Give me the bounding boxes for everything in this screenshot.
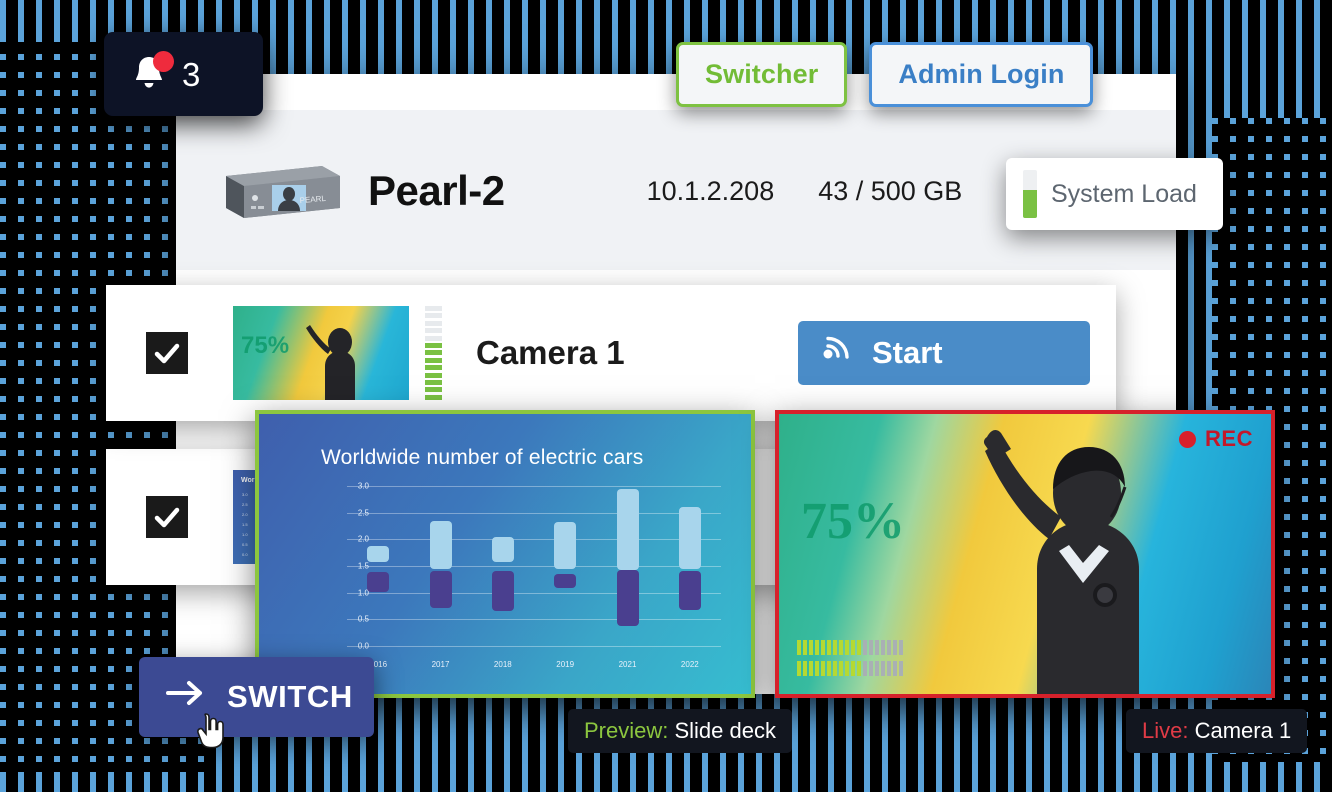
chart-y-tick: 2.5 bbox=[357, 508, 369, 518]
chart-bar bbox=[616, 488, 639, 571]
chart-plot-area: 0.0 0.5 1.0 1.5 2.0 2.5 3.0 2016 2017 2018 2019 202… bbox=[347, 482, 721, 669]
channel-row-camera-1[interactable]: 75% Camera 1 Start bbox=[106, 285, 1116, 421]
meter-segment bbox=[425, 343, 442, 349]
audio-meter-row bbox=[797, 640, 903, 655]
live-badge-value: Camera 1 bbox=[1194, 718, 1292, 743]
preview-badge-key: Preview: bbox=[584, 718, 669, 743]
chart-y-tick: 2.0 bbox=[357, 534, 369, 544]
notification-dot-icon bbox=[153, 51, 174, 72]
preview-badge: Preview: Slide deck bbox=[568, 709, 792, 753]
device-storage: 43 / 500 GB bbox=[818, 175, 963, 206]
chart-x-tick: 2017 bbox=[431, 660, 450, 669]
meter-segment bbox=[425, 380, 442, 386]
notification-card[interactable]: 3 bbox=[104, 32, 263, 116]
chart-bar bbox=[429, 520, 452, 569]
chart-bar bbox=[491, 536, 514, 562]
start-button[interactable]: Start bbox=[798, 321, 1090, 385]
audio-meter-row bbox=[797, 661, 903, 676]
chart: 0.0 0.5 1.0 1.5 2.0 2.5 3.0 2016 2017 2018 2019 202… bbox=[321, 482, 721, 669]
chart-bar bbox=[491, 571, 514, 612]
chart-bar bbox=[554, 522, 577, 569]
switcher-button[interactable]: Switcher bbox=[676, 42, 848, 107]
chart-bar bbox=[554, 574, 577, 589]
switch-button[interactable]: SWITCH bbox=[139, 657, 374, 737]
bell-icon bbox=[126, 51, 174, 97]
live-person-image bbox=[983, 429, 1139, 694]
rec-label: REC bbox=[1205, 426, 1253, 451]
chart-bar bbox=[616, 570, 639, 626]
channel-checkbox-camera-1[interactable] bbox=[146, 332, 188, 374]
chart-gridline bbox=[347, 646, 721, 647]
chart-y-tick: 0.5 bbox=[357, 614, 369, 624]
meter-segment bbox=[425, 357, 442, 363]
broadcast-icon bbox=[820, 332, 854, 374]
live-badge-key: Live: bbox=[1142, 718, 1189, 743]
pearl-device-icon: PEARL bbox=[214, 160, 342, 222]
chart-gridline bbox=[347, 512, 721, 514]
arrow-right-icon bbox=[165, 678, 205, 716]
meter-segment bbox=[425, 335, 442, 341]
system-load-gauge-fill bbox=[1023, 190, 1037, 218]
device-ip: 10.1.2.208 bbox=[646, 175, 775, 206]
chart-y-tick: 0.0 bbox=[357, 641, 369, 651]
chart-gridline bbox=[347, 592, 721, 594]
chart-x-tick: 2018 bbox=[493, 660, 512, 669]
meter-segment bbox=[425, 328, 442, 334]
channel-name-camera-1: Camera 1 bbox=[476, 334, 625, 371]
chart-y-tick: 1.5 bbox=[357, 561, 369, 571]
slide-title: Worldwide number of electric cars bbox=[321, 446, 644, 469]
preview-panel[interactable]: Worldwide number of electric cars 0.0 0.5… bbox=[255, 410, 755, 698]
switch-button-label: SWITCH bbox=[227, 679, 353, 714]
meter-segment bbox=[425, 350, 442, 356]
admin-login-button[interactable]: Admin Login bbox=[869, 42, 1094, 107]
chart-x-tick: 2019 bbox=[556, 660, 575, 669]
live-audio-meters bbox=[797, 640, 903, 676]
chart-bar bbox=[367, 572, 390, 592]
chart-bar bbox=[678, 507, 701, 569]
chart-y-tick: 1.0 bbox=[357, 588, 369, 598]
system-load-gauge bbox=[1023, 170, 1037, 218]
chart-gridline bbox=[347, 486, 721, 487]
audio-meter-camera-1 bbox=[425, 306, 442, 400]
top-button-group: Switcher Admin Login bbox=[676, 42, 1094, 107]
rec-indicator: REC bbox=[1179, 426, 1253, 452]
channel-checkbox-slide-deck[interactable] bbox=[146, 496, 188, 538]
meter-segment bbox=[425, 313, 442, 319]
device-name: Pearl-2 bbox=[368, 167, 505, 214]
chart-bar bbox=[678, 571, 701, 610]
record-dot-icon bbox=[1179, 430, 1197, 448]
live-overlay-text: 75% bbox=[801, 493, 905, 550]
system-load-card: System Load bbox=[1006, 158, 1223, 230]
live-badge: Live: Camera 1 bbox=[1126, 709, 1308, 753]
meter-segment bbox=[425, 320, 442, 326]
chart-bar bbox=[429, 571, 452, 608]
chart-x-tick: 2021 bbox=[618, 660, 637, 669]
meter-segment bbox=[425, 365, 442, 371]
chart-bar bbox=[367, 545, 390, 562]
notification-count: 3 bbox=[182, 55, 201, 93]
meter-segment bbox=[425, 387, 442, 393]
preview-badge-value: Slide deck bbox=[674, 718, 776, 743]
channel-thumbnail-camera-1: 75% bbox=[233, 306, 409, 400]
chart-x-tick: 2022 bbox=[680, 660, 699, 669]
chart-gridline bbox=[347, 539, 721, 541]
start-button-label: Start bbox=[872, 335, 943, 370]
system-load-label: System Load bbox=[1051, 179, 1197, 208]
thumbnail-axis: 3.0 2.5 2.0 1.5 1.0 0.5 0.0 bbox=[242, 492, 248, 557]
meter-segment bbox=[425, 306, 442, 311]
chart-gridline bbox=[347, 566, 721, 567]
chart-gridline bbox=[347, 619, 721, 621]
meter-segment bbox=[425, 372, 442, 378]
meter-segment bbox=[425, 394, 442, 400]
mouse-cursor-pointer-icon bbox=[197, 713, 224, 749]
chart-y-tick: 3.0 bbox=[357, 481, 369, 491]
live-panel[interactable]: 75% REC bbox=[775, 410, 1275, 698]
